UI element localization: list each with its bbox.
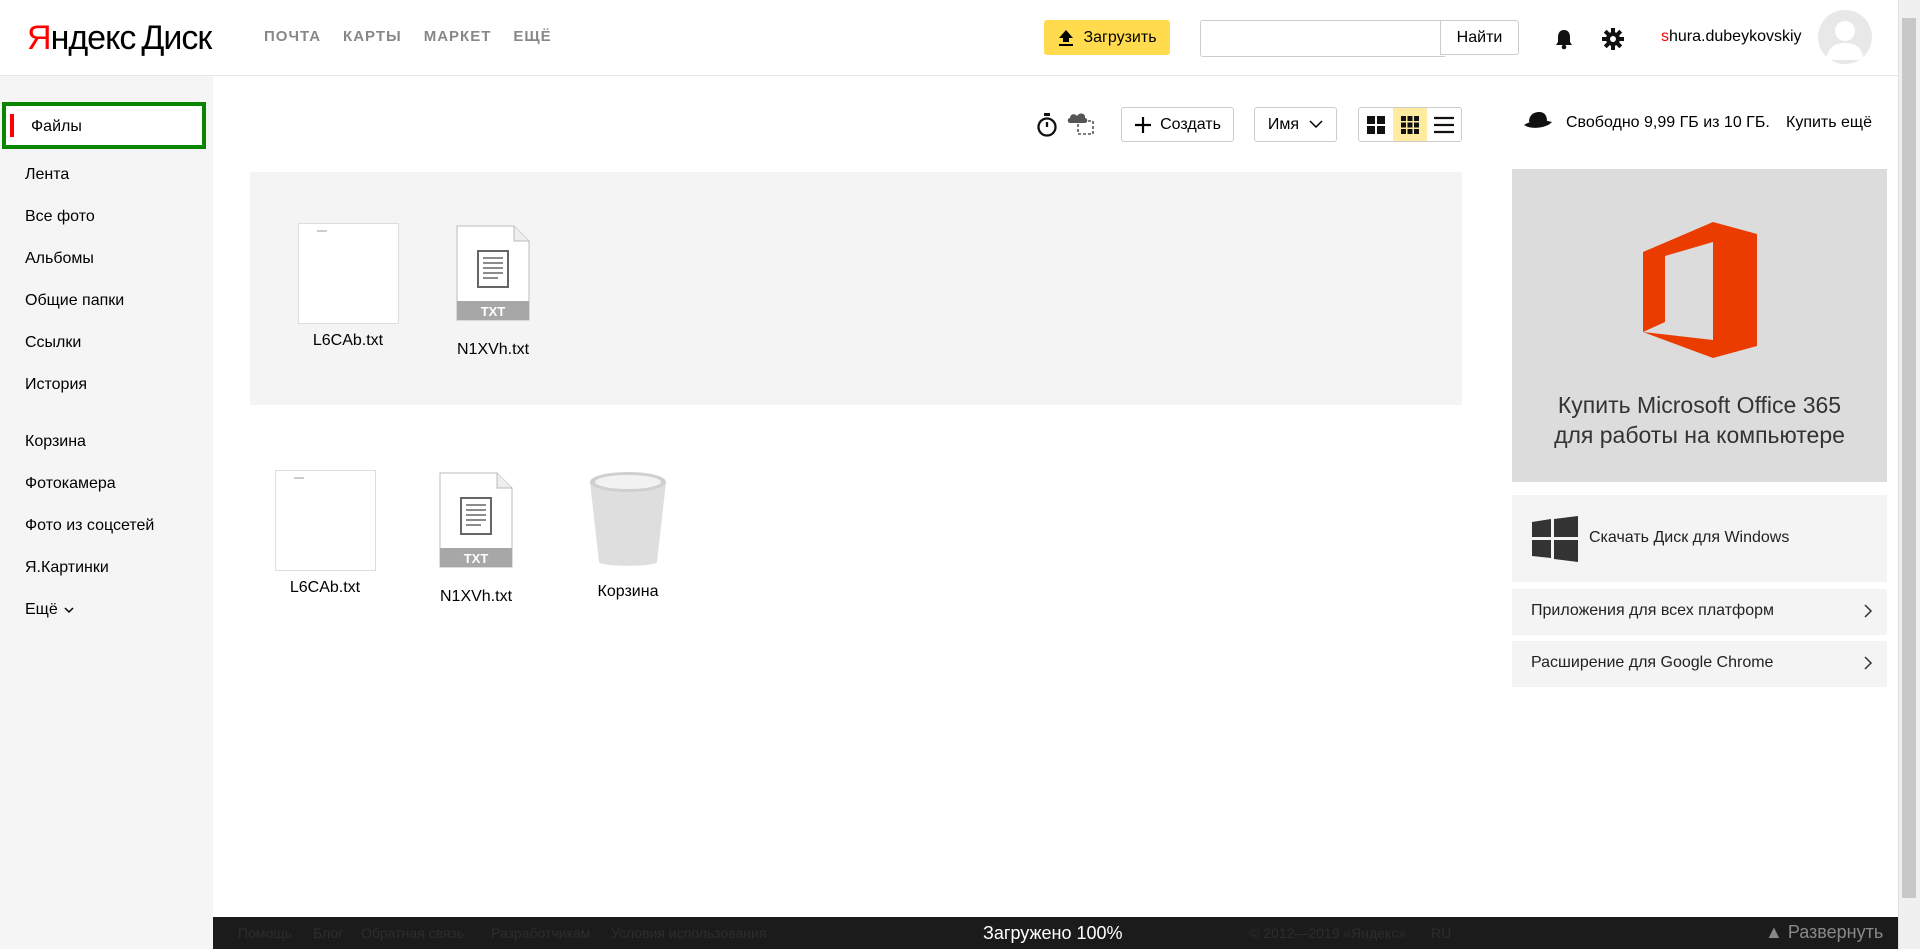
txt-file-icon: TXT [456,225,530,321]
svg-text:TXT: TXT [481,304,506,319]
nav-maps[interactable]: КАРТЫ [343,28,402,45]
footer-link-terms[interactable]: Условия использования [611,925,766,941]
download-windows-link[interactable]: Скачать Диск для Windows [1512,495,1887,582]
footer-link-developers[interactable]: Разработчикам [491,925,590,941]
disk-hat-icon [1524,112,1552,128]
blank-document-thumbnail [274,470,376,571]
footer-link-feedback[interactable]: Обратная связь [361,925,464,941]
scrollbar-thumb[interactable] [1902,18,1916,898]
sidebar-item-trash[interactable]: Корзина [25,433,86,451]
txt-file-icon: TXT [439,472,513,568]
cloud-screenshot-icon[interactable] [1066,110,1096,136]
nav-market[interactable]: МАРКЕТ [424,28,492,45]
chevron-right-icon [1864,604,1873,618]
sidebar [0,76,213,949]
logo-brand-letter: Я [27,19,52,57]
nav-more[interactable]: ЕЩЁ [513,28,551,45]
sidebar-item-links[interactable]: Ссылки [25,334,81,352]
storage-info: Свободно 9,99 ГБ из 10 ГБ. [1566,114,1770,131]
sidebar-item-all-photos[interactable]: Все фото [25,208,95,226]
recent-files-panel [250,172,1462,405]
footer-copyright: © 2012—2019 «Яндекс» [1249,925,1407,941]
view-large-tiles-button[interactable] [1359,108,1393,141]
sidebar-item-feed[interactable]: Лента [25,166,69,184]
file-item[interactable]: L6CAb.txt [265,470,385,597]
sidebar-item-more[interactable]: Ещё [25,601,74,619]
file-item[interactable]: TXT N1XVh.txt [433,225,553,359]
chevron-down-icon [64,607,74,614]
download-windows-label: Скачать Диск для Windows [1589,529,1790,546]
upload-label: Загрузить [1083,28,1157,46]
sidebar-item-camera[interactable]: Фотокамера [25,475,116,493]
sort-select[interactable]: Имя [1254,107,1337,142]
gear-icon[interactable] [1601,27,1625,51]
username[interactable]: shura.dubeykovskiy [1661,28,1802,46]
logo-product: Диск [141,19,212,57]
services-nav: ПОЧТА КАРТЫ МАРКЕТ ЕЩЁ [264,28,552,45]
stopwatch-icon[interactable] [1036,113,1058,137]
active-marker [10,114,14,137]
nav-mail[interactable]: ПОЧТА [264,28,321,45]
search-button[interactable]: Найти [1440,20,1519,55]
upload-status-text: Загружено 100% [983,923,1123,943]
blank-document-thumbnail [297,223,399,324]
apps-all-platforms-link[interactable]: Приложения для всех платформ [1512,589,1887,635]
windows-logo-icon [1532,516,1578,562]
apps-all-platforms-label: Приложения для всех платформ [1531,602,1774,619]
large-tiles-icon [1367,115,1385,134]
view-small-tiles-button[interactable] [1393,108,1427,141]
upload-icon [1059,29,1074,46]
trash-folder-item[interactable]: Корзина [568,470,688,601]
sidebar-item-label: Файлы [31,118,82,135]
office-logo-icon [1643,222,1757,358]
upload-button[interactable]: Загрузить [1044,20,1170,55]
bell-icon[interactable] [1553,28,1575,50]
sidebar-item-history[interactable]: История [25,376,87,394]
chrome-extension-label: Расширение для Google Chrome [1531,654,1774,671]
chrome-extension-link[interactable]: Расширение для Google Chrome [1512,641,1887,687]
create-label: Создать [1160,115,1221,133]
chevron-right-icon [1864,656,1873,670]
sidebar-item-social-photos[interactable]: Фото из соцсетей [25,517,154,535]
search-input[interactable] [1200,20,1445,57]
yandex-disk-logo[interactable]: Яндекс Диск [27,18,212,58]
file-name: L6CAb.txt [312,332,384,349]
username-first-letter: s [1661,28,1669,45]
office-ad-text[interactable]: Купить Microsoft Office 365 для работы н… [1512,390,1887,450]
username-rest: hura.dubeykovskiy [1669,28,1802,45]
expand-button[interactable]: ▲ Развернуть [1765,922,1883,943]
svg-text:TXT: TXT [464,551,489,566]
file-name: N1XVh.txt [439,588,513,605]
avatar[interactable] [1818,10,1872,64]
plus-icon [1135,116,1152,133]
create-button[interactable]: Создать [1121,107,1234,142]
view-mode-switcher [1358,107,1462,142]
view-list-button[interactable] [1427,108,1461,141]
sidebar-more-label: Ещё [25,601,58,618]
footer-link-help[interactable]: Помощь [238,925,292,941]
buy-more-link[interactable]: Купить ещё [1786,114,1872,132]
file-item[interactable]: L6CAb.txt [288,223,408,350]
sidebar-item-files[interactable]: Файлы [2,102,206,149]
sidebar-item-albums[interactable]: Альбомы [25,250,94,268]
user-silhouette-icon [1826,21,1864,60]
office-ad-line1: Купить Microsoft Office 365 [1557,392,1842,418]
list-icon [1434,116,1454,133]
file-name: Корзина [597,583,659,600]
footer-language[interactable]: RU [1431,925,1451,941]
logo-brand-rest: ндекс [50,19,137,57]
footer-link-blog[interactable]: Блог [313,925,343,941]
sort-label: Имя [1267,115,1300,133]
file-name: N1XVh.txt [456,341,530,358]
small-tiles-icon [1401,115,1419,134]
sidebar-item-shared-folders[interactable]: Общие папки [25,292,124,310]
sidebar-item-yandex-images[interactable]: Я.Картинки [25,559,109,577]
file-item[interactable]: TXT N1XVh.txt [416,472,536,606]
file-name: L6CAb.txt [289,579,361,596]
office-ad-line2: для работы на компьютере [1554,422,1845,448]
chevron-down-icon [1309,120,1323,129]
trash-bin-icon [590,472,666,566]
